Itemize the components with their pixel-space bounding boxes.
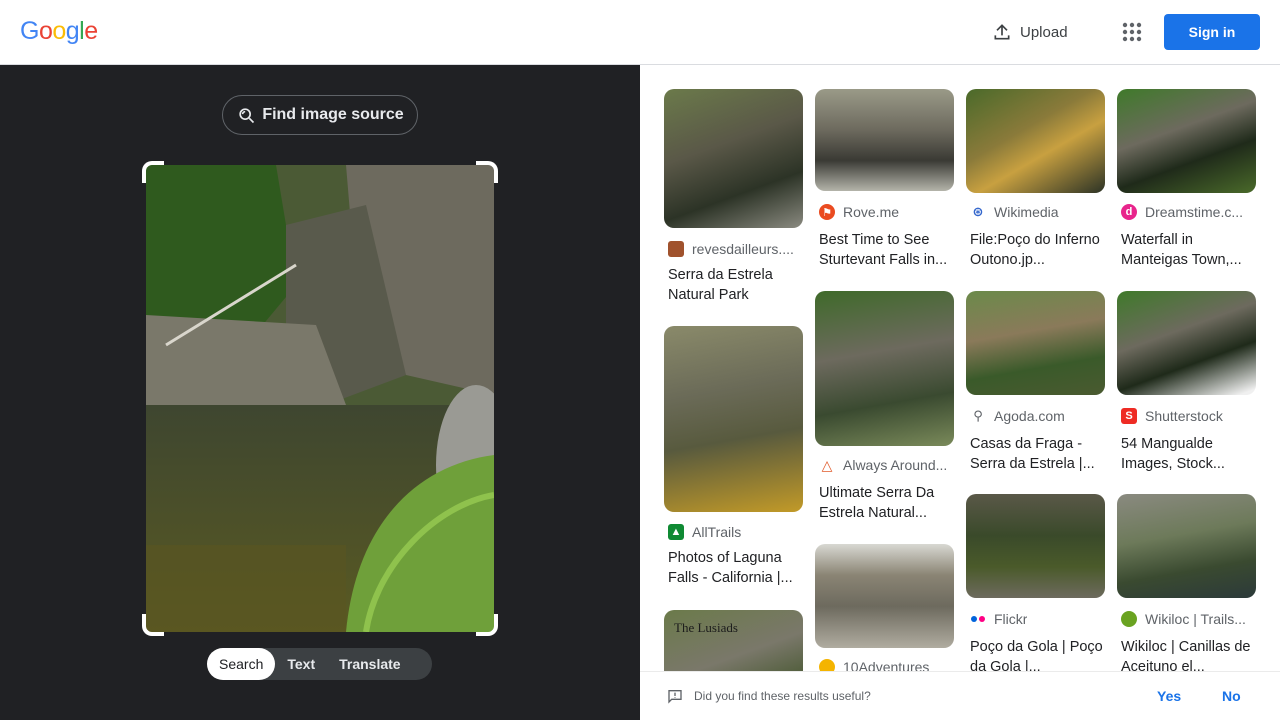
result-thumbnail[interactable]	[664, 326, 803, 512]
result-source[interactable]: revesdailleurs....	[668, 241, 803, 257]
top-bar: Google Upload Sign in	[0, 0, 1280, 65]
tab-search[interactable]: Search	[207, 648, 276, 680]
result-title[interactable]: Waterfall in Manteigas Town,...	[1121, 230, 1256, 270]
logo-letter: G	[20, 17, 39, 45]
result-source[interactable]: Wikiloc | Trails...	[1121, 611, 1256, 627]
result-title[interactable]: Casas da Fraga - Serra da Estrela |...	[970, 434, 1105, 474]
result-title[interactable]: Poço da Gola | Poço da Gola |...	[970, 637, 1105, 671]
warning-icon: △	[821, 457, 833, 473]
result-thumbnail[interactable]	[1117, 89, 1256, 193]
result-source[interactable]: ⚑ Rove.me	[819, 204, 954, 220]
crop-handle-top-right[interactable]	[476, 161, 498, 183]
result-thumbnail[interactable]	[1117, 291, 1256, 395]
result-thumbnail[interactable]	[966, 291, 1105, 395]
result-title[interactable]: Best Time to See Sturtevant Falls in...	[819, 230, 954, 270]
tab-translate[interactable]: Translate	[327, 648, 412, 680]
query-image-panel: Find image source Search Text Translate	[0, 65, 640, 720]
search-icon: ⚲	[973, 408, 983, 423]
result-source[interactable]: S Shutterstock	[1121, 408, 1256, 424]
favicon-icon: S	[1121, 408, 1137, 424]
favicon-icon	[819, 659, 835, 671]
feedback-question: Did you find these results useful?	[694, 689, 871, 703]
crop-handle-bottom-left[interactable]	[142, 614, 164, 636]
logo-letter: e	[84, 17, 98, 45]
favicon-icon: d	[1121, 204, 1137, 220]
result-thumbnail[interactable]	[815, 89, 954, 191]
visual-matches-grid: revesdailleurs.... Serra da Estrela Natu…	[640, 65, 1280, 671]
result-thumbnail[interactable]: The Lusiads	[664, 610, 803, 671]
crop-area[interactable]	[142, 161, 498, 636]
result-thumbnail[interactable]	[966, 494, 1105, 598]
feedback-icon	[668, 690, 682, 704]
logo-letter: o	[52, 17, 66, 45]
find-image-source-label: Find image source	[262, 106, 404, 123]
result-thumbnail[interactable]	[1117, 494, 1256, 598]
result-title[interactable]: Wikiloc | Canillas de Aceituno el...	[1121, 637, 1256, 671]
image-search-icon	[239, 108, 255, 124]
result-thumbnail[interactable]	[966, 89, 1105, 193]
result-source[interactable]: d Dreamstime.c...	[1121, 204, 1256, 220]
google-logo[interactable]: Google	[20, 17, 98, 46]
upload-icon	[994, 24, 1010, 40]
result-title[interactable]: Serra da Estrela Natural Park	[668, 265, 803, 305]
sign-in-button[interactable]: Sign in	[1164, 14, 1260, 50]
result-title[interactable]: Photos of Laguna Falls - California |...	[668, 548, 803, 588]
mode-switcher: Search Text Translate	[207, 648, 432, 680]
result-source[interactable]: Flickr	[970, 611, 1105, 627]
upload-label: Upload	[1020, 23, 1068, 41]
result-source[interactable]: ▲ AllTrails	[668, 524, 803, 540]
feedback-bar: Did you find these results useful? Yes N…	[640, 671, 1280, 720]
upload-button[interactable]: Upload	[992, 20, 1068, 44]
favicon-icon	[1121, 611, 1137, 627]
result-title[interactable]: Ultimate Serra Da Estrela Natural...	[819, 483, 954, 523]
feedback-no-button[interactable]: No	[1222, 688, 1241, 704]
result-source[interactable]: ⚲ Agoda.com	[970, 408, 1105, 424]
favicon-icon: ▲	[668, 524, 684, 540]
result-title[interactable]: 54 Mangualde Images, Stock...	[1121, 434, 1256, 474]
favicon-icon: ⚑	[819, 204, 835, 220]
logo-letter: g	[65, 17, 80, 45]
wikimedia-icon: ⊛	[972, 204, 984, 219]
result-source[interactable]: △ Always Around...	[819, 457, 954, 473]
query-image	[146, 165, 494, 632]
result-thumbnail[interactable]	[664, 89, 803, 228]
crop-handle-bottom-right[interactable]	[476, 614, 498, 636]
tab-text[interactable]: Text	[275, 648, 327, 680]
favicon-icon	[668, 241, 684, 257]
apps-grid-icon[interactable]	[1120, 20, 1144, 44]
logo-letter: o	[38, 17, 53, 45]
flickr-icon	[970, 611, 986, 627]
result-thumbnail[interactable]	[815, 544, 954, 648]
result-source[interactable]: 10Adventures	[819, 659, 954, 671]
feedback-yes-button[interactable]: Yes	[1157, 688, 1181, 704]
result-title[interactable]: File:Poço do Inferno Outono.jp...	[970, 230, 1105, 270]
crop-handle-top-left[interactable]	[142, 161, 164, 183]
find-image-source-button[interactable]: Find image source	[222, 95, 418, 135]
result-source[interactable]: ⊛ Wikimedia	[970, 204, 1105, 220]
thumbnail-caption: The Lusiads	[674, 620, 738, 635]
result-thumbnail[interactable]	[815, 291, 954, 446]
